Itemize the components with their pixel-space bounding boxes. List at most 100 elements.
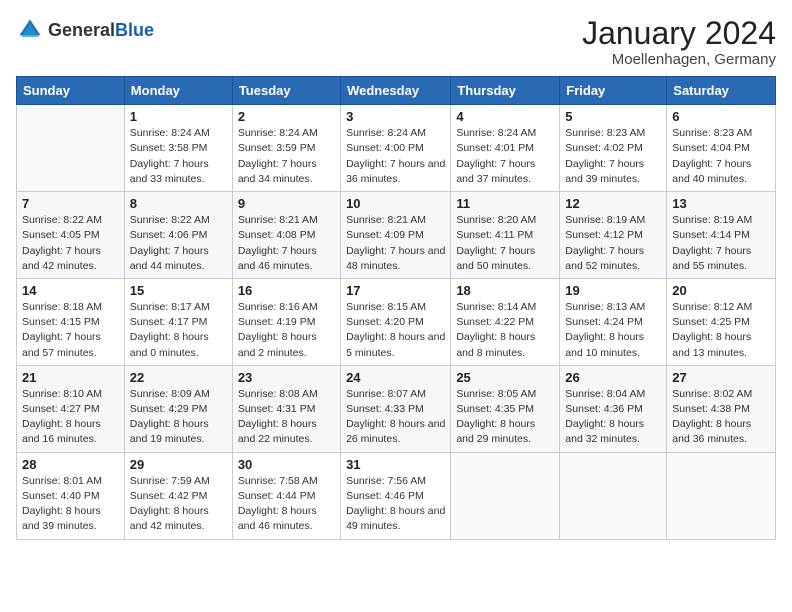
day-number: 9 xyxy=(238,196,335,211)
day-info: Sunrise: 8:04 AMSunset: 4:36 PMDaylight:… xyxy=(565,387,661,448)
day-info: Sunrise: 8:02 AMSunset: 4:38 PMDaylight:… xyxy=(672,387,770,448)
day-number: 6 xyxy=(672,109,770,124)
day-info: Sunrise: 8:01 AMSunset: 4:40 PMDaylight:… xyxy=(22,474,119,535)
page-header: General Blue January 2024 Moellenhagen, … xyxy=(16,16,776,68)
logo-blue-text: Blue xyxy=(115,21,154,39)
calendar-day-cell xyxy=(667,452,776,539)
calendar-day-cell: 18 Sunrise: 8:14 AMSunset: 4:22 PMDaylig… xyxy=(451,278,560,365)
day-info: Sunrise: 8:22 AMSunset: 4:06 PMDaylight:… xyxy=(130,213,227,274)
calendar-day-cell xyxy=(560,452,667,539)
calendar-day-cell: 7 Sunrise: 8:22 AMSunset: 4:05 PMDayligh… xyxy=(17,192,125,279)
day-info: Sunrise: 8:07 AMSunset: 4:33 PMDaylight:… xyxy=(346,387,445,448)
calendar-week-row: 7 Sunrise: 8:22 AMSunset: 4:05 PMDayligh… xyxy=(17,192,776,279)
day-info: Sunrise: 8:23 AMSunset: 4:04 PMDaylight:… xyxy=(672,126,770,187)
calendar-day-cell: 3 Sunrise: 8:24 AMSunset: 4:00 PMDayligh… xyxy=(341,105,451,192)
weekday-header-wednesday: Wednesday xyxy=(341,77,451,105)
day-number: 17 xyxy=(346,283,445,298)
month-title: January 2024 xyxy=(582,16,776,51)
day-info: Sunrise: 8:19 AMSunset: 4:12 PMDaylight:… xyxy=(565,213,661,274)
weekday-header-monday: Monday xyxy=(124,77,232,105)
day-number: 31 xyxy=(346,457,445,472)
day-info: Sunrise: 8:09 AMSunset: 4:29 PMDaylight:… xyxy=(130,387,227,448)
calendar-day-cell: 31 Sunrise: 7:56 AMSunset: 4:46 PMDaylig… xyxy=(341,452,451,539)
day-number: 16 xyxy=(238,283,335,298)
day-number: 20 xyxy=(672,283,770,298)
day-info: Sunrise: 8:24 AMSunset: 4:00 PMDaylight:… xyxy=(346,126,445,187)
calendar-day-cell: 27 Sunrise: 8:02 AMSunset: 4:38 PMDaylig… xyxy=(667,365,776,452)
calendar-day-cell xyxy=(17,105,125,192)
day-info: Sunrise: 8:19 AMSunset: 4:14 PMDaylight:… xyxy=(672,213,770,274)
day-info: Sunrise: 8:15 AMSunset: 4:20 PMDaylight:… xyxy=(346,300,445,361)
calendar-day-cell: 12 Sunrise: 8:19 AMSunset: 4:12 PMDaylig… xyxy=(560,192,667,279)
calendar-day-cell: 13 Sunrise: 8:19 AMSunset: 4:14 PMDaylig… xyxy=(667,192,776,279)
day-number: 25 xyxy=(456,370,554,385)
day-number: 29 xyxy=(130,457,227,472)
day-info: Sunrise: 7:56 AMSunset: 4:46 PMDaylight:… xyxy=(346,474,445,535)
day-number: 5 xyxy=(565,109,661,124)
day-number: 15 xyxy=(130,283,227,298)
calendar-day-cell: 10 Sunrise: 8:21 AMSunset: 4:09 PMDaylig… xyxy=(341,192,451,279)
location-text: Moellenhagen, Germany xyxy=(582,51,776,68)
calendar-day-cell: 1 Sunrise: 8:24 AMSunset: 3:58 PMDayligh… xyxy=(124,105,232,192)
calendar-day-cell: 15 Sunrise: 8:17 AMSunset: 4:17 PMDaylig… xyxy=(124,278,232,365)
calendar-week-row: 1 Sunrise: 8:24 AMSunset: 3:58 PMDayligh… xyxy=(17,105,776,192)
day-info: Sunrise: 8:24 AMSunset: 4:01 PMDaylight:… xyxy=(456,126,554,187)
calendar-body: 1 Sunrise: 8:24 AMSunset: 3:58 PMDayligh… xyxy=(17,105,776,539)
day-number: 7 xyxy=(22,196,119,211)
logo: General Blue xyxy=(16,16,154,44)
calendar-day-cell: 9 Sunrise: 8:21 AMSunset: 4:08 PMDayligh… xyxy=(232,192,340,279)
day-info: Sunrise: 7:59 AMSunset: 4:42 PMDaylight:… xyxy=(130,474,227,535)
day-info: Sunrise: 8:21 AMSunset: 4:09 PMDaylight:… xyxy=(346,213,445,274)
day-number: 26 xyxy=(565,370,661,385)
calendar-day-cell: 20 Sunrise: 8:12 AMSunset: 4:25 PMDaylig… xyxy=(667,278,776,365)
day-info: Sunrise: 8:22 AMSunset: 4:05 PMDaylight:… xyxy=(22,213,119,274)
logo-general-text: General xyxy=(48,21,115,39)
calendar-day-cell: 2 Sunrise: 8:24 AMSunset: 3:59 PMDayligh… xyxy=(232,105,340,192)
weekday-header-row: SundayMondayTuesdayWednesdayThursdayFrid… xyxy=(17,77,776,105)
weekday-header-friday: Friday xyxy=(560,77,667,105)
day-number: 18 xyxy=(456,283,554,298)
day-number: 1 xyxy=(130,109,227,124)
day-number: 3 xyxy=(346,109,445,124)
calendar-week-row: 21 Sunrise: 8:10 AMSunset: 4:27 PMDaylig… xyxy=(17,365,776,452)
day-info: Sunrise: 8:21 AMSunset: 4:08 PMDaylight:… xyxy=(238,213,335,274)
calendar-day-cell: 30 Sunrise: 7:58 AMSunset: 4:44 PMDaylig… xyxy=(232,452,340,539)
calendar-day-cell: 17 Sunrise: 8:15 AMSunset: 4:20 PMDaylig… xyxy=(341,278,451,365)
day-number: 24 xyxy=(346,370,445,385)
calendar-day-cell: 5 Sunrise: 8:23 AMSunset: 4:02 PMDayligh… xyxy=(560,105,667,192)
calendar-week-row: 28 Sunrise: 8:01 AMSunset: 4:40 PMDaylig… xyxy=(17,452,776,539)
day-number: 8 xyxy=(130,196,227,211)
weekday-header-thursday: Thursday xyxy=(451,77,560,105)
day-number: 10 xyxy=(346,196,445,211)
day-number: 19 xyxy=(565,283,661,298)
day-info: Sunrise: 8:05 AMSunset: 4:35 PMDaylight:… xyxy=(456,387,554,448)
day-number: 22 xyxy=(130,370,227,385)
calendar-day-cell: 29 Sunrise: 7:59 AMSunset: 4:42 PMDaylig… xyxy=(124,452,232,539)
calendar-day-cell xyxy=(451,452,560,539)
day-number: 21 xyxy=(22,370,119,385)
logo-icon xyxy=(16,16,44,44)
calendar-day-cell: 19 Sunrise: 8:13 AMSunset: 4:24 PMDaylig… xyxy=(560,278,667,365)
day-info: Sunrise: 8:12 AMSunset: 4:25 PMDaylight:… xyxy=(672,300,770,361)
day-info: Sunrise: 8:18 AMSunset: 4:15 PMDaylight:… xyxy=(22,300,119,361)
day-number: 13 xyxy=(672,196,770,211)
weekday-header-tuesday: Tuesday xyxy=(232,77,340,105)
day-info: Sunrise: 8:08 AMSunset: 4:31 PMDaylight:… xyxy=(238,387,335,448)
calendar-day-cell: 24 Sunrise: 8:07 AMSunset: 4:33 PMDaylig… xyxy=(341,365,451,452)
day-number: 14 xyxy=(22,283,119,298)
calendar-day-cell: 28 Sunrise: 8:01 AMSunset: 4:40 PMDaylig… xyxy=(17,452,125,539)
day-info: Sunrise: 8:13 AMSunset: 4:24 PMDaylight:… xyxy=(565,300,661,361)
day-number: 23 xyxy=(238,370,335,385)
day-info: Sunrise: 8:10 AMSunset: 4:27 PMDaylight:… xyxy=(22,387,119,448)
calendar-day-cell: 26 Sunrise: 8:04 AMSunset: 4:36 PMDaylig… xyxy=(560,365,667,452)
calendar-day-cell: 25 Sunrise: 8:05 AMSunset: 4:35 PMDaylig… xyxy=(451,365,560,452)
calendar-day-cell: 6 Sunrise: 8:23 AMSunset: 4:04 PMDayligh… xyxy=(667,105,776,192)
day-number: 27 xyxy=(672,370,770,385)
day-info: Sunrise: 8:14 AMSunset: 4:22 PMDaylight:… xyxy=(456,300,554,361)
calendar-table: SundayMondayTuesdayWednesdayThursdayFrid… xyxy=(16,76,776,539)
day-number: 11 xyxy=(456,196,554,211)
weekday-header-saturday: Saturday xyxy=(667,77,776,105)
calendar-week-row: 14 Sunrise: 8:18 AMSunset: 4:15 PMDaylig… xyxy=(17,278,776,365)
weekday-header-sunday: Sunday xyxy=(17,77,125,105)
day-info: Sunrise: 8:24 AMSunset: 3:59 PMDaylight:… xyxy=(238,126,335,187)
